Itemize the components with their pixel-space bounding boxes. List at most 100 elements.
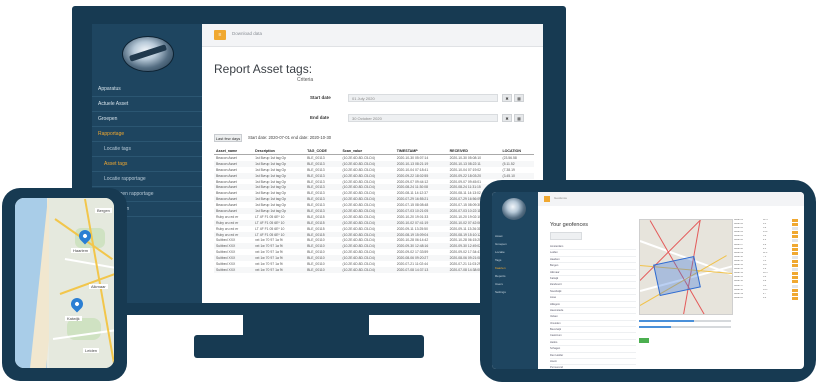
table-cell: 3.4	[763, 284, 767, 287]
status-toggle[interactable]	[792, 292, 798, 296]
monitor-neck	[243, 315, 369, 335]
table-row[interactable]: Asset 10 7.5	[734, 255, 798, 260]
status-toggle[interactable]	[792, 288, 798, 292]
status-toggle[interactable]	[792, 268, 798, 272]
table-cell: 13.7	[763, 264, 768, 267]
status-toggle[interactable]	[792, 243, 798, 247]
calendar-icon[interactable]: ▦	[514, 114, 524, 122]
status-toggle[interactable]	[792, 259, 798, 263]
geofence-zone[interactable]	[653, 255, 701, 297]
table-cell: Asset 20	[734, 296, 743, 299]
status-toggle[interactable]	[792, 239, 798, 243]
radius-slider[interactable]	[639, 320, 731, 322]
table-row[interactable]: Asset 01 12.4	[734, 219, 798, 223]
map-label: Katwijk	[65, 316, 82, 321]
map-label: Bergen	[95, 208, 112, 213]
table-cell: 2.2	[763, 239, 767, 242]
table-cell: 9.8	[763, 243, 767, 246]
table-cell: 6.0	[763, 276, 767, 279]
table-cell: Asset 03	[734, 227, 743, 230]
table-cell: 11.0	[763, 251, 768, 254]
table-row[interactable]: Asset 19 2.7	[734, 292, 798, 297]
status-toggle[interactable]	[792, 272, 798, 276]
table-cell: Suitbed XXX	[214, 266, 254, 273]
table-cell: xxt 1w 70 97 1a 9t	[253, 266, 306, 273]
table-row[interactable]: Asset 17 3.4	[734, 284, 798, 289]
table-cell: 8.8	[763, 280, 767, 283]
table-cell: 2020-07-08 14:37:13	[394, 266, 448, 273]
table-cell: Asset 05	[734, 235, 743, 238]
table-cell: Asset 02	[734, 223, 743, 226]
table-row[interactable]: Asset 18 14.1	[734, 288, 798, 293]
table-cell: Asset 18	[734, 288, 743, 291]
table-row[interactable]: Asset 03 3.9	[734, 227, 798, 231]
table-row[interactable]: Asset 20 9.2	[734, 296, 798, 301]
map-label: Leiden	[83, 348, 100, 353]
table-cell: 9.2	[763, 296, 767, 299]
last-days-button[interactable]: Last few days	[214, 134, 242, 142]
table-row[interactable]: Asset 15 6.0	[734, 276, 798, 280]
start-date-input[interactable]: 01 July 2020	[348, 94, 498, 102]
asset-table: Asset 01 12.4 Asset 02 8.1 Asset 03 3.9 Asset …	[734, 219, 798, 301]
table-row[interactable]: Asset 07 9.8	[734, 243, 798, 248]
table-row[interactable]: Asset 13 1.9	[734, 268, 798, 272]
map-controls	[639, 320, 731, 334]
table-row[interactable]: Asset 11 5.1	[734, 259, 798, 264]
opacity-slider[interactable]	[639, 326, 731, 328]
map-label: Haarlem	[71, 248, 91, 253]
table-cell: 2.7	[763, 292, 767, 295]
table-cell: Asset 14	[734, 272, 743, 275]
table-row[interactable]: Asset 16 8.8	[734, 280, 798, 284]
table-row[interactable]: Asset 05 6.6	[734, 235, 798, 239]
start-date-label: Start date	[310, 95, 331, 100]
table-cell: Asset 16	[734, 280, 743, 283]
clear-icon[interactable]: ✖	[502, 114, 512, 122]
status-toggle[interactable]	[792, 264, 798, 268]
status-toggle[interactable]	[792, 231, 798, 235]
status-toggle[interactable]	[792, 227, 798, 231]
status-toggle[interactable]	[792, 276, 798, 280]
table-cell: Asset 01	[734, 219, 743, 221]
status-toggle[interactable]	[792, 219, 798, 222]
table-row[interactable]: Asset 06 2.2	[734, 239, 798, 243]
geofence-map[interactable]	[639, 219, 733, 315]
table-cell: Asset 07	[734, 243, 743, 246]
table-row[interactable]: Asset 09 11.0	[734, 251, 798, 256]
table-cell: 7.5	[763, 255, 767, 258]
calendar-icon[interactable]: ▦	[514, 94, 524, 102]
status-toggle[interactable]	[792, 284, 798, 288]
status-toggle[interactable]	[792, 223, 798, 227]
status-toggle[interactable]	[792, 247, 798, 251]
status-toggle[interactable]	[792, 296, 798, 300]
table-cell: 12.4	[763, 219, 768, 221]
table-row[interactable]: Asset 04 15.2	[734, 231, 798, 235]
status-toggle[interactable]	[792, 235, 798, 239]
table-cell: Asset 04	[734, 231, 743, 234]
table-row[interactable]: Asset 08 4.3	[734, 247, 798, 252]
table-cell: Asset 13	[734, 268, 743, 271]
map-label: Alkmaar	[89, 284, 108, 289]
table-row[interactable]: Asset 14 10.3	[734, 272, 798, 276]
end-date-row: End date 30 October 2020 ✖ ▦	[310, 114, 532, 123]
table-cell: Asset 08	[734, 247, 743, 250]
table-row[interactable]: Asset 12 13.7	[734, 264, 798, 268]
table-cell: Asset 19	[734, 292, 743, 295]
list-item[interactable]: Purmerend	[550, 365, 636, 369]
page-title: Your geofences	[550, 222, 589, 228]
table-cell: 10.3	[763, 272, 768, 275]
phone-map[interactable]: Haarlem Katwijk Bergen Alkmaar Leiden	[15, 198, 114, 368]
table-cell: 3.9	[763, 227, 767, 230]
monitor-content: Report Asset tags: Criteria Start date 0…	[92, 24, 543, 303]
status-toggle[interactable]	[792, 280, 798, 284]
table-cell: 8.1	[763, 223, 767, 226]
table-cell: Asset 11	[734, 259, 743, 262]
status-toggle[interactable]	[792, 251, 798, 255]
end-date-input[interactable]: 30 October 2020	[348, 114, 498, 122]
status-toggle[interactable]	[792, 255, 798, 259]
search-input[interactable]	[550, 232, 582, 240]
tablet-content: Your geofences Amsterdam Leiden Haarlem Ber…	[492, 192, 804, 369]
clear-icon[interactable]: ✖	[502, 94, 512, 102]
table-row[interactable]: Asset 02 8.1	[734, 223, 798, 227]
table-cell: Asset 06	[734, 239, 743, 242]
save-button[interactable]	[639, 338, 649, 343]
